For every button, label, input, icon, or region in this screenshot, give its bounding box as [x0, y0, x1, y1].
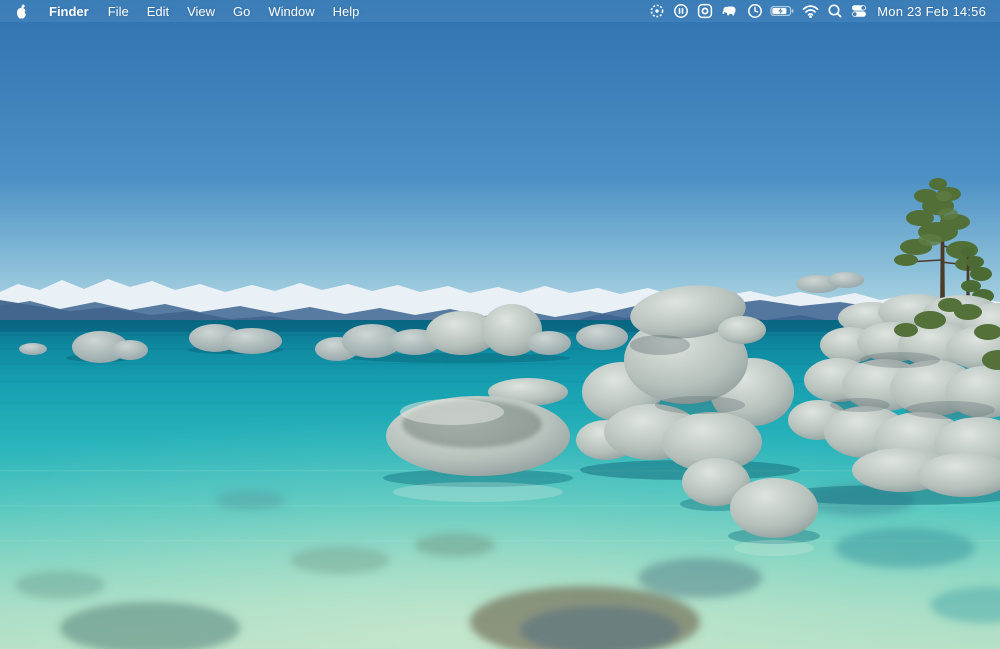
menu-window[interactable]: Window [259, 0, 323, 22]
menu-bar-left: Finder File Edit View Go Window Help [0, 0, 368, 22]
time-machine-icon [746, 2, 764, 20]
elephant-icon [720, 2, 740, 20]
status-control-center[interactable] [847, 0, 871, 22]
status-elephant[interactable] [717, 0, 743, 22]
apple-logo-icon [14, 3, 29, 20]
status-wifi[interactable] [798, 0, 823, 22]
pause-circle-icon [672, 2, 690, 20]
status-battery[interactable] [767, 0, 798, 22]
menu-bar: Finder File Edit View Go Window Help [0, 0, 1000, 22]
menu-bar-status: Mon 23 Feb 14:56 [645, 0, 1000, 22]
gear-dial-icon [648, 2, 666, 20]
menu-help[interactable]: Help [324, 0, 369, 22]
wifi-icon [801, 2, 820, 20]
status-spotlight[interactable] [823, 0, 847, 22]
status-gear-dial[interactable] [645, 0, 669, 22]
status-time-machine[interactable] [743, 0, 767, 22]
wallpaper-scene [0, 0, 1000, 649]
menu-file[interactable]: File [99, 0, 138, 22]
battery-charging-icon [770, 2, 795, 20]
lens-squircle-icon [696, 2, 714, 20]
menu-edit[interactable]: Edit [138, 0, 178, 22]
menu-view[interactable]: View [178, 0, 224, 22]
menu-go[interactable]: Go [224, 0, 259, 22]
status-lens[interactable] [693, 0, 717, 22]
app-menu-finder[interactable]: Finder [39, 0, 99, 22]
desktop-wallpaper[interactable] [0, 0, 1000, 649]
status-pause[interactable] [669, 0, 693, 22]
menu-bar-clock[interactable]: Mon 23 Feb 14:56 [871, 4, 994, 19]
apple-menu[interactable] [0, 0, 39, 22]
control-center-icon [850, 2, 868, 20]
spotlight-search-icon [826, 2, 844, 20]
